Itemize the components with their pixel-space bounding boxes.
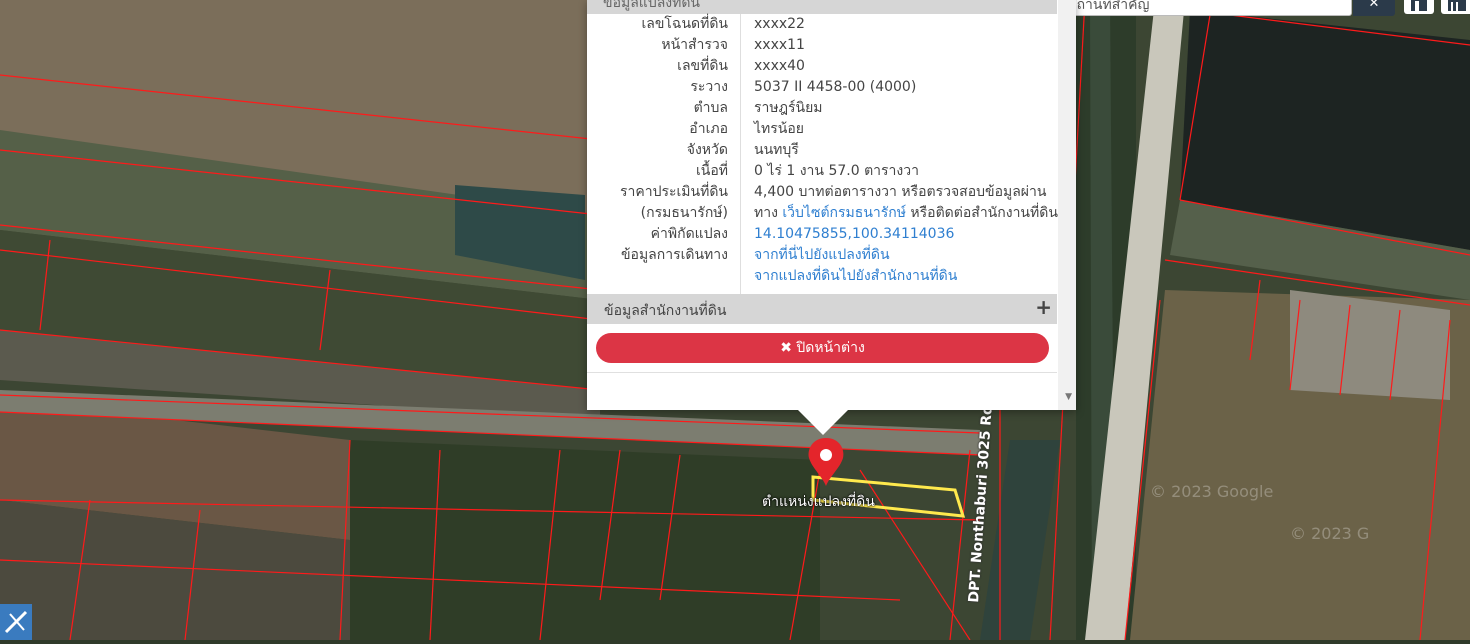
row-label: เนื้อที่	[696, 163, 728, 179]
table-row: ตำบล ราษฎร์นิยม	[587, 98, 1057, 119]
row-label: อำเภอ	[689, 121, 728, 137]
table-row: ระวาง 5037 II 4458-00 (4000)	[587, 77, 1057, 98]
row-value: 5037 II 4458-00 (4000)	[754, 79, 917, 95]
popup-header: ข้อมูลแปลงที่ดิน	[587, 0, 1057, 14]
price-label-2: (กรมธนารักษ์)	[640, 205, 728, 221]
grid-tool-button[interactable]	[1441, 0, 1470, 14]
plus-icon[interactable]: +	[1035, 295, 1052, 319]
close-button-wrapper: ✖ ปิดหน้าต่าง	[587, 324, 1057, 373]
table-row: เลขที่ดิน xxxx40	[587, 56, 1057, 77]
row-value: ราษฎร์นิยม	[754, 100, 823, 116]
table-row: เนื้อที่ 0 ไร่ 1 งาน 57.0 ตารางวา	[587, 161, 1057, 182]
travel-row-2: จากแปลงที่ดินไปยังสำนักงานที่ดิน	[587, 266, 1057, 287]
popup-scrollbar[interactable]	[1058, 0, 1076, 410]
row-label: ตำบล	[693, 100, 728, 116]
close-window-button[interactable]: ✖ ปิดหน้าต่าง	[596, 333, 1049, 363]
layer-tool-button[interactable]	[1404, 0, 1434, 14]
row-value: 0 ไร่ 1 งาน 57.0 ตารางวา	[754, 163, 919, 179]
grid-icon	[1448, 0, 1466, 11]
row-label: จังหวัด	[686, 142, 728, 158]
coords-link[interactable]: 14.10475855,100.34114036	[754, 224, 954, 245]
parcel-info-popup: ข้อมูลแปลงที่ดิน เลขโฉนดที่ดิน xxxx22 หน้…	[587, 0, 1076, 410]
measure-tool-button[interactable]	[0, 604, 32, 640]
table-row: เลขโฉนดที่ดิน xxxx22	[587, 14, 1057, 35]
row-value: xxxx22	[754, 16, 805, 32]
map-copyright: © 2023 Google	[1150, 482, 1274, 501]
row-value: นนทบุรี	[754, 142, 799, 158]
coords-label: ค่าพิกัดแปลง	[650, 226, 728, 242]
row-value: xxxx11	[754, 37, 805, 53]
row-label: ระวาง	[690, 79, 728, 95]
travel-label: ข้อมูลการเดินทาง	[620, 247, 728, 263]
row-label: หน้าสำรวจ	[661, 37, 728, 53]
price-suffix: หรือติดต่อสำนักงานที่ดิน	[905, 205, 1058, 221]
table-row: หน้าสำรวจ xxxx11	[587, 35, 1057, 56]
popup-pointer	[797, 409, 849, 435]
scroll-down-arrow-icon[interactable]: ▼	[1065, 392, 1072, 402]
treasury-website-link[interactable]: เว็บไซต์กรมธนารักษ์	[782, 205, 906, 221]
directions-to-land-office-link[interactable]: จากแปลงที่ดินไปยังสำนักงานที่ดิน	[754, 266, 957, 287]
row-value: ไทรน้อย	[754, 121, 804, 137]
marker-label: ตำแหน่งแปลงที่ดิน	[762, 494, 875, 510]
price-row-2: (กรมธนารักษ์) ทาง เว็บไซต์กรมธนารักษ์ หร…	[587, 203, 1058, 224]
popup-header-title: ข้อมูลแปลงที่ดิน	[603, 0, 701, 11]
price-prefix: ทาง	[754, 205, 783, 221]
table-row: จังหวัด นนทบุรี	[587, 140, 1057, 161]
table-row: อำเภอ ไทรน้อย	[587, 119, 1057, 140]
coords-row: ค่าพิกัดแปลง 14.10475855,100.34114036	[587, 224, 1057, 245]
price-row: ราคาประเมินที่ดิน 4,400 บาทต่อตารางวา หร…	[587, 182, 1057, 203]
price-label: ราคาประเมินที่ดิน	[619, 184, 728, 200]
price-value-2: ทาง เว็บไซต์กรมธนารักษ์ หรือติดต่อสำนักง…	[754, 203, 1058, 224]
map-copyright-2: © 2023 G	[1290, 524, 1370, 543]
parcel-info-table: เลขโฉนดที่ดิน xxxx22 หน้าสำรวจ xxxx11 เลขท…	[587, 14, 1058, 287]
row-label: เลขที่ดิน	[677, 58, 728, 74]
land-office-section-toggle[interactable]: ข้อมูลสำนักงานที่ดิน +	[587, 294, 1057, 324]
close-icon: ✕	[1368, 0, 1380, 11]
directions-to-parcel-link[interactable]: จากที่นี่ไปยังแปลงที่ดิน	[754, 245, 890, 266]
land-office-section-title: ข้อมูลสำนักงานที่ดิน	[604, 303, 727, 319]
row-label: เลขโฉนดที่ดิน	[641, 16, 728, 32]
search-clear-button[interactable]: ✕	[1353, 0, 1395, 16]
price-value: 4,400 บาทต่อตารางวา หรือตรวจสอบข้อมูลผ่า…	[754, 184, 1047, 200]
ruler-icon	[4, 610, 28, 634]
travel-row: ข้อมูลการเดินทาง จากที่นี่ไปยังแปลงที่ดิ…	[587, 245, 1057, 266]
building-icon	[1411, 0, 1427, 11]
row-value: xxxx40	[754, 58, 805, 74]
